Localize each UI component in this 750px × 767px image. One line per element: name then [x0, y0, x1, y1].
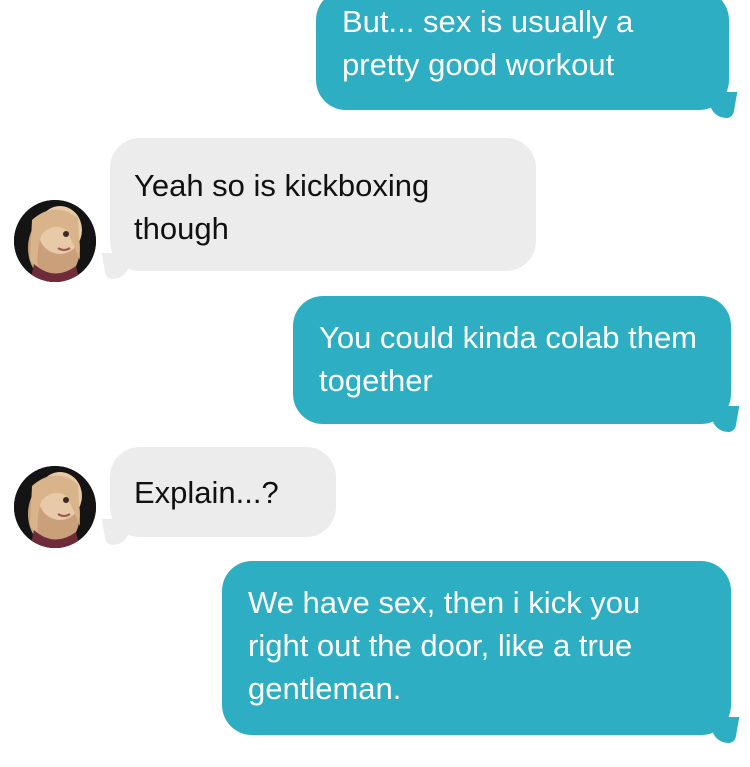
received-message-bubble[interactable]: Yeah so is kickboxing though [101, 138, 536, 279]
message-text: Yeah so is kickboxing though [134, 168, 430, 246]
sent-message-bubble[interactable]: We have sex, then i kick you right out t… [222, 561, 740, 743]
bubble-tail [101, 519, 133, 545]
received-message-bubble[interactable]: Explain...? [101, 447, 336, 545]
contact-avatar-icon[interactable] [14, 466, 96, 548]
message-text: But... sex is usually a pretty good work… [342, 4, 634, 82]
sent-message-bubble[interactable]: You could kinda colab them together [293, 296, 740, 432]
bubble-tail [708, 717, 740, 743]
sent-message-bubble[interactable]: But... sex is usually a pretty good work… [316, 0, 738, 118]
bubble-tail [101, 253, 133, 279]
bubble-tail [708, 406, 740, 432]
bubble-tail [706, 92, 738, 118]
message-text: You could kinda colab them together [319, 320, 698, 398]
chat-thread: But... sex is usually a pretty good work… [0, 0, 750, 767]
message-text: We have sex, then i kick you right out t… [248, 585, 641, 706]
contact-avatar-icon[interactable] [14, 200, 96, 282]
message-text: Explain...? [134, 475, 279, 510]
